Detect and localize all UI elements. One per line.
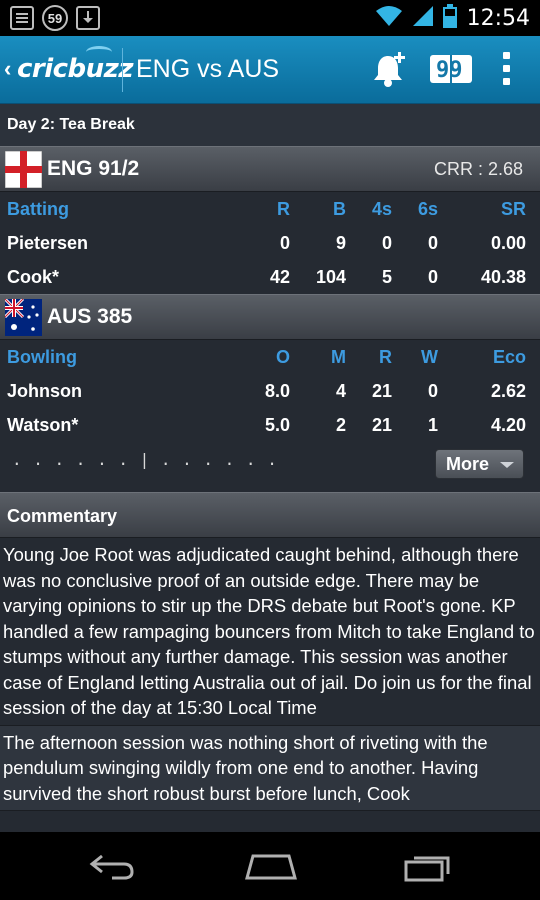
more-button[interactable]: More (435, 449, 524, 479)
economy: 2.62 (490, 381, 526, 401)
overs: 5.0 (264, 415, 290, 435)
column-header: 6s (417, 199, 438, 219)
runs: 42 (269, 267, 290, 287)
batsman-name: Cook* (7, 267, 60, 287)
scoreboard-icon-text: 99 (436, 58, 463, 83)
signal-icon (412, 5, 433, 32)
england-flag-icon (4, 150, 43, 189)
strike-rate: 0.00 (490, 233, 526, 253)
add-alert-bell-icon[interactable] (372, 50, 408, 93)
commentary-header: Commentary (0, 492, 540, 538)
sixes: 0 (427, 267, 438, 287)
home-icon[interactable] (243, 852, 299, 885)
system-nav-bar (0, 832, 540, 900)
bowler-name: Johnson (7, 381, 82, 401)
balls: 9 (335, 233, 346, 253)
column-header: Eco (492, 347, 526, 367)
back-chevron-icon[interactable]: ‹ (4, 56, 11, 82)
wifi-icon (375, 5, 403, 32)
wickets: 1 (427, 415, 438, 435)
sixes: 0 (427, 233, 438, 253)
current-run-rate: CRR : 2.68 (433, 159, 523, 179)
overflow-menu-icon[interactable] (503, 52, 510, 85)
chevron-down-icon (500, 462, 514, 468)
balls: 104 (315, 267, 346, 287)
column-header: R (277, 199, 290, 219)
bowling-header-row: Bowling O M R W Eco (0, 340, 540, 374)
commentary-item: Young Joe Root was adjudicated caught be… (0, 538, 540, 726)
batting-team-bar: ENG 91/2 CRR : 2.68 (0, 146, 540, 192)
column-header: R (379, 347, 392, 367)
column-header: W (421, 347, 438, 367)
fours: 0 (381, 233, 392, 253)
recent-apps-icon[interactable] (404, 852, 452, 887)
notification-count-icon: 59 (42, 5, 68, 31)
column-header: Batting (7, 199, 69, 219)
economy: 4.20 (490, 415, 526, 435)
column-header: M (331, 347, 346, 367)
batsman-row[interactable]: Cook* 42 104 5 0 40.38 (0, 260, 540, 294)
back-icon[interactable] (88, 852, 136, 885)
day-status: Day 2: Tea Break (0, 104, 540, 146)
bowling-team-bar: AUS 385 (0, 294, 540, 340)
recent-balls: . . . . . . | . . . . . . (12, 450, 278, 469)
batsman-row[interactable]: Pietersen 0 9 0 0 0.00 (0, 226, 540, 260)
australia-flag-icon (3, 297, 42, 336)
column-header: 4s (371, 199, 392, 219)
runs: 0 (279, 233, 290, 253)
fours: 5 (381, 267, 392, 287)
batting-header-row: Batting R B 4s 6s SR (0, 192, 540, 226)
scorecard-content: Day 2: Tea Break ENG 91/2 CRR : 2.68 Bat… (0, 104, 540, 832)
clock: 12:54 (466, 6, 530, 31)
column-header: SR (500, 199, 526, 219)
download-notification-icon (76, 6, 100, 30)
column-header: O (275, 347, 290, 367)
divider (122, 48, 123, 92)
column-header: B (333, 199, 346, 219)
battery-icon (442, 4, 457, 33)
column-header: Bowling (7, 347, 77, 367)
status-bar: 59 12:54 (0, 0, 540, 36)
maidens: 2 (335, 415, 346, 435)
bowler-name: Watson* (7, 415, 79, 435)
runs-conceded: 21 (371, 415, 392, 435)
bowler-row[interactable]: Johnson 8.0 4 21 0 2.62 (0, 374, 540, 408)
logo-swoosh-icon (86, 46, 112, 58)
action-bar: ‹ cricbuzz ENG vs AUS 99 (0, 36, 540, 104)
maidens: 4 (335, 381, 346, 401)
scoreboard-icon[interactable]: 99 (430, 55, 472, 88)
batting-team-score: ENG 91/2 (47, 157, 140, 180)
recent-balls-row: . . . . . . | . . . . . . More (0, 442, 540, 492)
strike-rate: 40.38 (480, 267, 526, 287)
wickets: 0 (427, 381, 438, 401)
batsman-name: Pietersen (7, 233, 89, 253)
bowling-team-score: AUS 385 (47, 305, 133, 328)
bowler-row[interactable]: Watson* 5.0 2 21 1 4.20 (0, 408, 540, 442)
more-button-label: More (446, 454, 490, 474)
overs: 8.0 (264, 381, 290, 401)
commentary-item: The afternoon session was nothing short … (0, 725, 540, 811)
match-title: ENG vs AUS (136, 55, 280, 83)
notes-notification-icon (10, 6, 34, 30)
app-logo[interactable]: cricbuzz (17, 54, 133, 84)
runs-conceded: 21 (371, 381, 392, 401)
